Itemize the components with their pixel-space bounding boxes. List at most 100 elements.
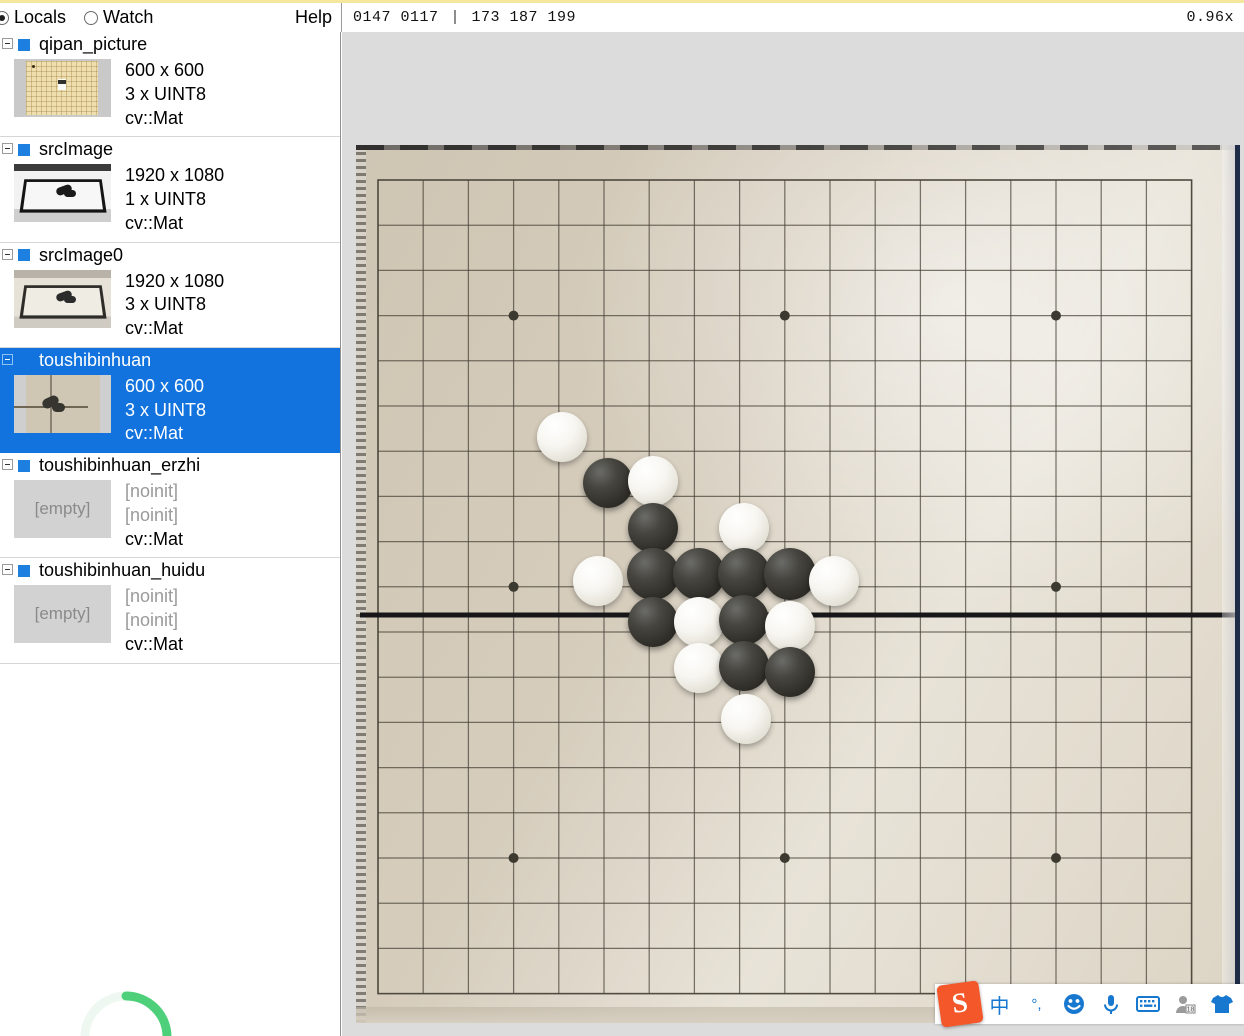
black-stone	[719, 595, 769, 645]
microphone-glyph	[1103, 995, 1118, 1014]
variable-body: [empty] [noinit] [noinit] cv::Mat	[0, 583, 340, 662]
variable-body: [empty] [noinit] [noinit] cv::Mat	[0, 478, 340, 557]
thumbnail-empty-label: [empty]	[34, 604, 91, 624]
progress-ring	[80, 991, 172, 1036]
go-board-photograph[interactable]	[356, 145, 1240, 1023]
variable-name: srcImage0	[39, 244, 124, 265]
expander-icon[interactable]	[2, 38, 13, 49]
variable-type: [noinit]	[125, 504, 179, 525]
variable-classname: cv::Mat	[125, 528, 184, 549]
color-swatch-icon	[18, 459, 30, 472]
variable-meta: 1920 x 1080 1 x UINT8 cv::Mat	[111, 164, 224, 235]
radio-watch[interactable]: Watch	[84, 7, 153, 28]
white-stone	[674, 597, 724, 647]
language-mode-icon[interactable]: 中	[981, 987, 1018, 1021]
white-stone	[628, 456, 678, 506]
variable-thumbnail[interactable]	[14, 374, 111, 433]
expander-icon[interactable]	[2, 353, 13, 365]
language-mode-glyph: 中	[989, 995, 1010, 1018]
variable-name: srcImage	[39, 139, 114, 160]
variables-sidebar[interactable]: qipan_picture 600 x 600 3 x UINT8 cv::Ma…	[0, 32, 341, 1036]
variable-body: 1920 x 1080 1 x UINT8 cv::Mat	[0, 162, 340, 241]
black-stone	[765, 647, 815, 697]
expander-icon[interactable]	[2, 564, 13, 576]
variable-name: qipan_picture	[39, 34, 148, 54]
black-stone	[764, 548, 816, 600]
variable-body: 600 x 600 3 x UINT8 cv::Mat	[0, 373, 340, 452]
variable-row-toushibinhuan[interactable]: toushibinhuan 600 x 600 3 x UINT8 cv::Ma…	[0, 347, 340, 453]
color-swatch-icon	[18, 249, 30, 261]
color-swatch-icon	[18, 564, 30, 577]
expander-icon[interactable]	[2, 143, 13, 155]
variable-row-srcimage0[interactable]: srcImage0 1920 x 1080 3 x UINT8 cv::Mat	[0, 243, 340, 348]
variable-type: 3 x UINT8	[125, 83, 207, 104]
user-account-icon[interactable]: 18	[1166, 987, 1203, 1021]
help-button[interactable]: Help	[295, 7, 332, 28]
variable-row-srcimage[interactable]: srcImage 1920 x 1080 1 x UINT8 cv::Mat	[0, 137, 340, 243]
black-stone	[583, 458, 633, 508]
variable-dimensions: 1920 x 1080	[125, 270, 225, 291]
status-bar: 0147 0117 | 173 187 199 0.96x	[342, 3, 1244, 32]
radio-watch-dot	[84, 10, 99, 25]
variable-row-toushibinhuan-erzhi[interactable]: toushibinhuan_erzhi [empty] [noinit] [no…	[0, 453, 340, 559]
toolbar-mode-group: Locals Watch Help	[0, 3, 341, 32]
variable-header: srcImage	[0, 137, 340, 162]
image-viewer-panel[interactable]: S 中 °, 18	[342, 32, 1244, 1036]
emoji-icon[interactable]	[1055, 987, 1092, 1021]
variable-row-qipan-picture[interactable]: qipan_picture 600 x 600 3 x UINT8 cv::Ma…	[0, 32, 340, 138]
variable-thumbnail[interactable]	[14, 164, 111, 223]
status-zoom-level: 0.96x	[1186, 9, 1234, 26]
keyboard-glyph	[1135, 996, 1160, 1012]
variable-header: toushibinhuan_huidu	[0, 558, 340, 583]
punctuation-mode-icon[interactable]: °,	[1018, 987, 1055, 1021]
svg-text:18: 18	[1186, 1007, 1194, 1014]
variable-header: qipan_picture	[0, 32, 340, 57]
white-stone	[719, 503, 769, 553]
viewer-canvas[interactable]: S 中 °, 18	[342, 32, 1244, 1036]
variable-thumbnail[interactable]: [empty]	[14, 585, 111, 644]
ime-toolbar[interactable]: S 中 °, 18	[935, 980, 1244, 1028]
variable-meta: 600 x 600 3 x UINT8 cv::Mat	[111, 59, 206, 130]
variable-header: toushibinhuan_erzhi	[0, 453, 340, 478]
variable-thumbnail[interactable]: [empty]	[14, 480, 111, 538]
variable-classname: cv::Mat	[125, 318, 184, 338]
variable-type: 3 x UINT8	[125, 294, 207, 315]
variable-dimensions: [noinit]	[125, 481, 179, 501]
progress-widget[interactable]	[72, 983, 180, 1036]
expander-icon[interactable]	[2, 459, 13, 470]
variable-dimensions: 600 x 600	[125, 60, 205, 80]
white-stone	[809, 556, 859, 606]
white-stone	[674, 643, 724, 693]
tshirt-glyph	[1210, 995, 1233, 1013]
toolbar: Locals Watch Help 0147 0117 | 173 187 19…	[0, 3, 1244, 32]
sogou-logo-icon[interactable]: S	[936, 980, 984, 1028]
user-badge-glyph: 18	[1175, 996, 1196, 1014]
white-stone	[765, 601, 815, 651]
board-right-frame	[1235, 145, 1240, 1023]
variable-meta: 1920 x 1080 3 x UINT8 cv::Mat	[111, 270, 224, 341]
radio-locals-dot	[0, 10, 9, 25]
soft-keyboard-icon[interactable]	[1129, 987, 1166, 1021]
variable-body: 600 x 600 3 x UINT8 cv::Mat	[0, 57, 340, 136]
variable-meta: [noinit] [noinit] cv::Mat	[111, 585, 183, 656]
variable-meta: 600 x 600 3 x UINT8 cv::Mat	[111, 375, 206, 446]
radio-locals[interactable]: Locals	[0, 7, 66, 28]
punctuation-mode-glyph: °,	[1031, 995, 1042, 1013]
variable-type: [noinit]	[125, 610, 179, 630]
variable-type: 1 x UINT8	[125, 189, 207, 209]
voice-input-icon[interactable]	[1092, 987, 1129, 1021]
variable-dimensions: 600 x 600	[125, 375, 205, 396]
skin-tshirt-icon[interactable]	[1203, 987, 1240, 1021]
variable-row-toushibinhuan-huidu[interactable]: toushibinhuan_huidu [empty] [noinit] [no…	[0, 558, 340, 664]
variable-classname: cv::Mat	[125, 633, 184, 654]
black-stone	[628, 503, 678, 553]
color-swatch-icon	[18, 143, 30, 156]
variable-dimensions: [noinit]	[125, 586, 179, 607]
variable-thumbnail[interactable]	[14, 59, 111, 117]
expander-icon[interactable]	[2, 248, 13, 260]
variable-name: toushibinhuan	[39, 349, 152, 370]
variable-name: toushibinhuan_erzhi	[39, 455, 201, 475]
variable-thumbnail[interactable]	[14, 269, 111, 328]
status-pixel-rgb: 173 187 199	[471, 9, 577, 26]
radio-locals-label: Locals	[14, 7, 67, 27]
